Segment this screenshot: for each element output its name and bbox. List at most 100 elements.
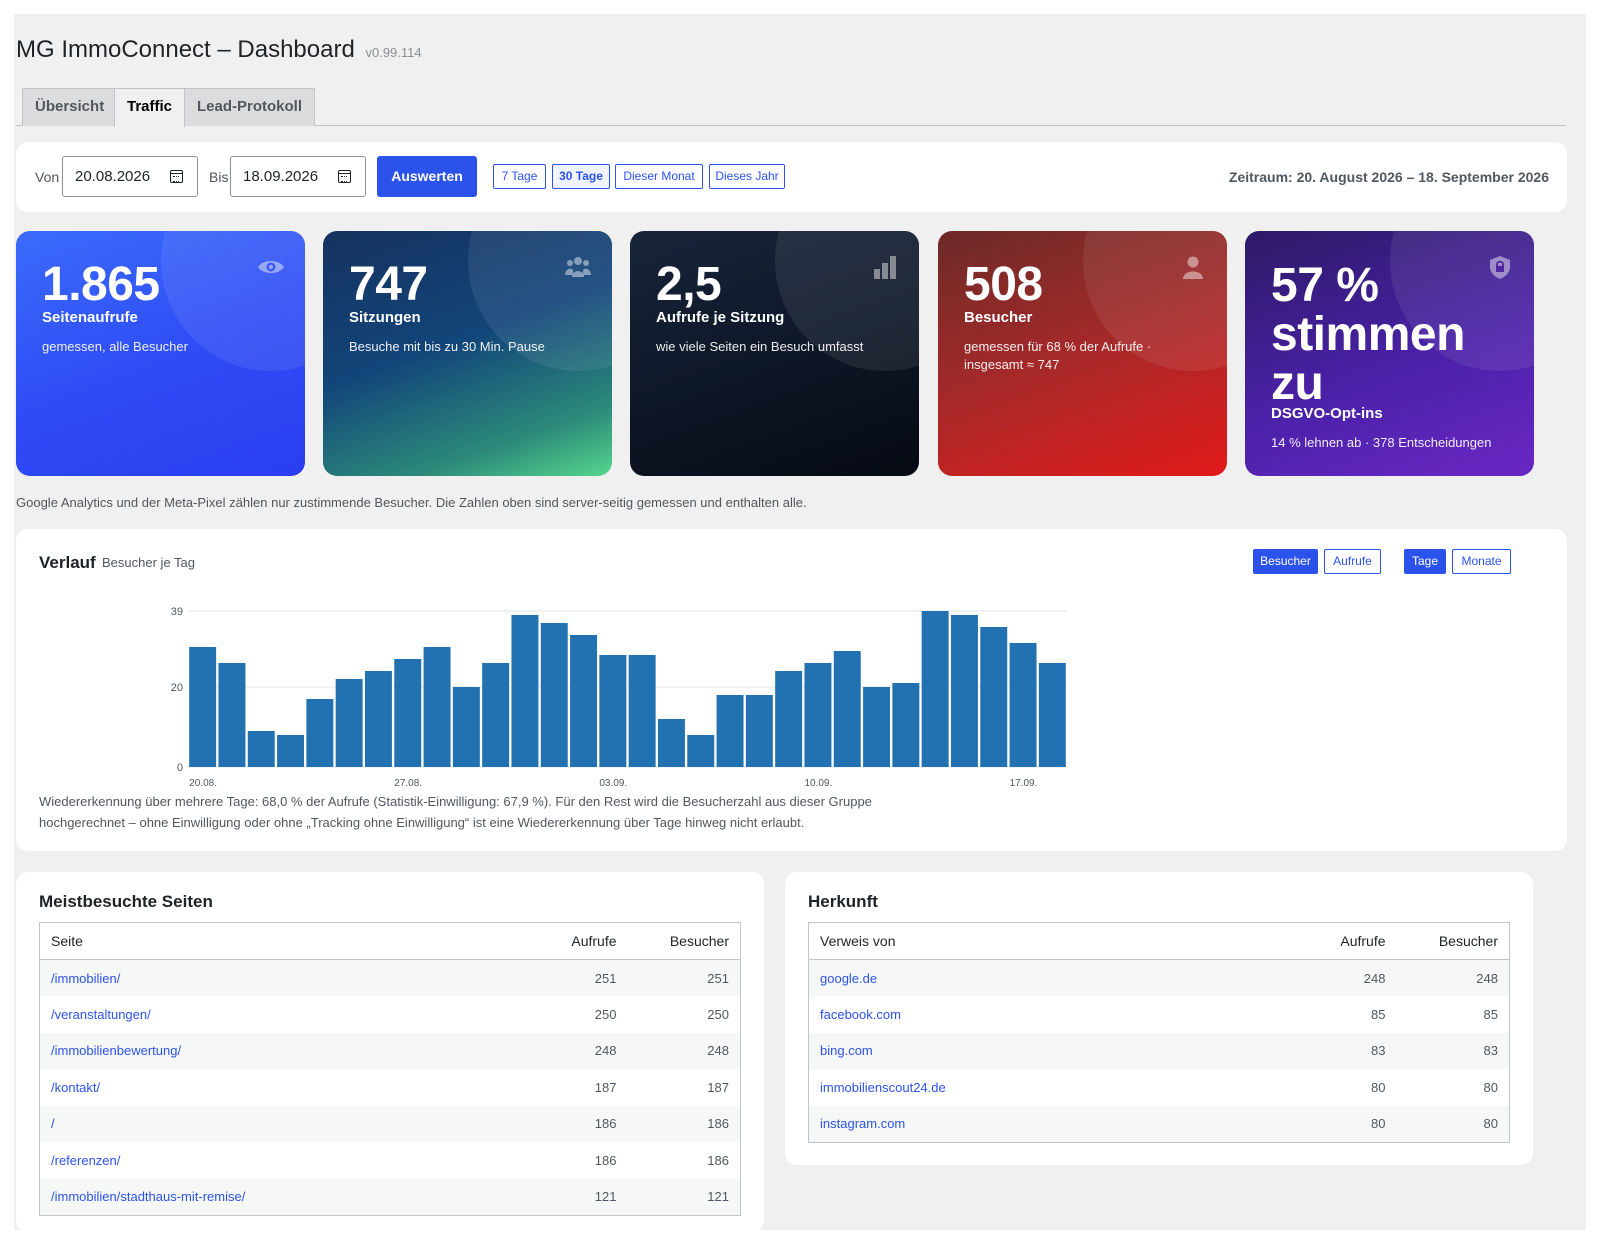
besucher-bar-chart: 0 20 39 20.08. 27.08. 03.09. 10.09. 17.09. <box>171 606 1067 789</box>
table-row: /referenzen/186 186 <box>40 1142 741 1179</box>
table-row: /kontakt/187 187 <box>40 1069 741 1106</box>
table-row: bing.com 83 83 <box>808 1032 1510 1069</box>
bar-02.09.[interactable] <box>570 635 598 767</box>
bar-11.09.[interactable] <box>833 651 861 767</box>
auswerten-button[interactable]: Auswerten <box>377 156 477 197</box>
bar-24.08.[interactable] <box>306 699 334 767</box>
cell-aufrufe: 186 <box>594 1152 617 1168</box>
bar-08.09.[interactable] <box>745 695 773 767</box>
cell-besucher: 248 <box>1396 959 1510 996</box>
tab-uebersicht[interactable]: Übersicht <box>22 88 118 126</box>
row-link[interactable]: /immobilienbewertung/ <box>51 1043 181 1058</box>
cell-besucher: 250 <box>707 1006 729 1022</box>
bar-30.08.[interactable] <box>482 663 510 767</box>
bar-20.08.[interactable] <box>189 647 217 767</box>
bar-10.09.[interactable] <box>804 663 832 767</box>
cell-link-cell: google.de <box>808 959 1287 996</box>
bar-01.09.[interactable] <box>540 623 568 767</box>
tab-traffic[interactable]: Traffic <box>114 88 186 127</box>
column-header-besucher: Besucher <box>627 922 741 960</box>
row-link[interactable]: /immobilien/ <box>51 971 120 986</box>
toggle-tage-button[interactable]: Tage <box>1404 549 1446 574</box>
row-link[interactable]: instagram.com <box>820 1116 905 1131</box>
kpi-description: Besuche mit bis zu 30 Min. Pause <box>349 339 545 354</box>
verlauf-card: Verlauf Besucher je Tag Besucher Aufrufe… <box>16 529 1567 851</box>
row-link[interactable]: google.de <box>820 971 877 986</box>
bar-29.08.[interactable] <box>452 687 480 767</box>
to-date-input[interactable]: 18.09.2026 <box>230 156 366 197</box>
bar-12.09.[interactable] <box>863 687 891 767</box>
referrer-rows: google.de 248 248 facebook.com 85 85 bing.com 8… <box>808 959 1510 1142</box>
table-row: /veranstaltungen/250 250 <box>40 996 741 1033</box>
bar-07.09.[interactable] <box>716 695 744 767</box>
bar-31.08.[interactable] <box>511 615 539 767</box>
quick-dieser-monat-button[interactable]: Dieser Monat <box>615 164 703 189</box>
page-title-text: MG ImmoConnect – Dashboard <box>16 36 355 63</box>
bar-25.08.[interactable] <box>335 679 363 767</box>
kpi-value: 2,5 <box>656 258 722 311</box>
bar-26.08.[interactable] <box>364 671 392 767</box>
row-link[interactable]: facebook.com <box>820 1007 901 1022</box>
bar-06.09.[interactable] <box>687 735 715 767</box>
bar-22.08.[interactable] <box>247 731 275 767</box>
row-link[interactable]: bing.com <box>820 1043 873 1058</box>
cell-besucher: 80 <box>1483 1079 1498 1095</box>
bar-27.08.[interactable] <box>394 659 422 767</box>
bar-04.09.[interactable] <box>628 655 656 767</box>
top-pages-title: Meistbesuchte Seiten <box>39 892 213 911</box>
table-header-row: Verweis von Aufrufe Besucher <box>808 922 1510 960</box>
cell-aufrufe: 121 <box>517 1178 628 1215</box>
bar-21.08.[interactable] <box>218 663 246 767</box>
bar-09.09.[interactable] <box>775 671 803 767</box>
x-tick-label: 17.09. <box>1010 778 1038 789</box>
row-link[interactable]: immobilienscout24.de <box>820 1080 946 1095</box>
bar-18.09.[interactable] <box>1038 663 1066 767</box>
bar-15.09.[interactable] <box>950 615 978 767</box>
cell-aufrufe: 250 <box>594 1006 617 1022</box>
table-row: /immobilien/stadthaus-mit-remise/121 121 <box>39 1178 741 1215</box>
toggle-aufrufe-button[interactable]: Aufrufe <box>1324 549 1381 574</box>
row-link[interactable]: /veranstaltungen/ <box>51 1007 151 1022</box>
column-header-aufrufe: Aufrufe <box>1286 922 1397 960</box>
cell-aufrufe: 248 <box>1286 959 1397 996</box>
toggle-besucher-button[interactable]: Besucher <box>1253 549 1318 574</box>
tab-lead-protokoll[interactable]: Lead-Protokoll <box>184 88 316 126</box>
cell-link-cell: instagram.com <box>808 1105 1287 1142</box>
table-row: /immobilienbewertung/248 248 <box>39 1032 741 1069</box>
calendar-icon[interactable] <box>338 170 351 183</box>
bar-03.09.[interactable] <box>599 655 627 767</box>
from-label: Von <box>35 169 60 185</box>
quick-dieses-jahr-button[interactable]: Dieses Jahr <box>709 164 785 189</box>
column-header-besucher: Besucher <box>1396 922 1510 960</box>
bar-13.09.[interactable] <box>892 683 920 767</box>
bar-chart-icon <box>874 256 896 279</box>
kpi-value: 747 <box>349 258 428 311</box>
cell-aufrufe: 186 <box>517 1105 628 1142</box>
cell-aufrufe: 83 <box>1286 1032 1397 1069</box>
bar-05.09.[interactable] <box>657 719 685 767</box>
row-link[interactable]: /immobilien/stadthaus-mit-remise/ <box>51 1189 245 1204</box>
bar-16.09.[interactable] <box>980 627 1008 767</box>
from-date-input[interactable]: 20.08.2026 <box>62 156 198 197</box>
column-header-aufrufe: Aufrufe <box>517 922 628 960</box>
quick-30-tage-button[interactable]: 30 Tage <box>552 164 610 189</box>
cell-link-cell: bing.com <box>808 1032 1287 1069</box>
cell-besucher: 251 <box>627 959 741 996</box>
row-link[interactable]: /kontakt/ <box>51 1080 100 1095</box>
toggle-monate-button[interactable]: Monate <box>1452 549 1511 574</box>
kpi-aufrufe-je-sitzung: 2,5 Aufrufe je Sitzung wie viele Seiten … <box>630 231 919 476</box>
cell-link-cell: /kontakt/ <box>40 1069 518 1106</box>
row-link[interactable]: / <box>51 1116 55 1131</box>
table-row: /immobilien/251 251 <box>39 959 741 996</box>
row-link[interactable]: /referenzen/ <box>51 1153 120 1168</box>
bar-17.09.[interactable] <box>1009 643 1037 767</box>
table-row: facebook.com 85 85 <box>809 996 1510 1033</box>
column-header-verweis: Verweis von <box>808 922 1287 960</box>
bar-23.08.[interactable] <box>277 735 305 767</box>
bar-28.08.[interactable] <box>423 647 451 767</box>
quick-7-tage-button[interactable]: 7 Tage <box>493 164 546 189</box>
calendar-icon[interactable] <box>170 170 183 183</box>
cell-link-cell: /immobilien/ <box>39 959 518 996</box>
cell-aufrufe: 187 <box>594 1079 617 1095</box>
bar-14.09.[interactable] <box>921 611 949 767</box>
